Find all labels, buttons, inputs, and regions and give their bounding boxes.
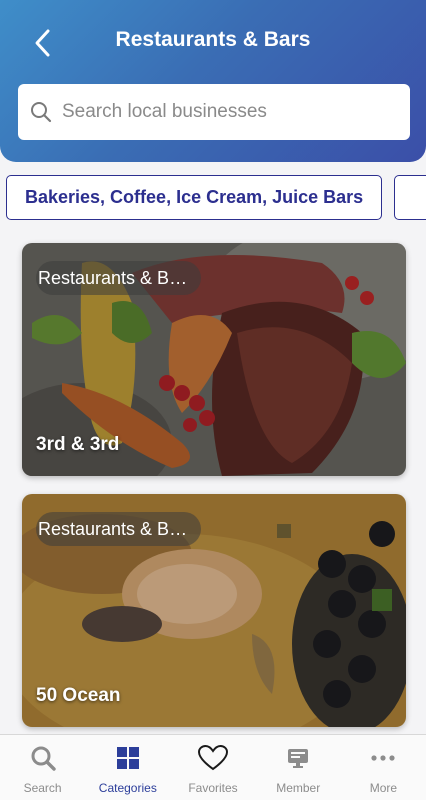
category-chip[interactable]: Bakeries, Coffee, Ice Cream, Juice Bars	[6, 175, 383, 220]
card-category-badge: Restaurants & B…	[36, 261, 202, 295]
tab-label: Search	[23, 781, 62, 795]
business-card[interactable]: Restaurants & B… 50 Ocean	[22, 494, 406, 727]
tab-label: Favorites	[188, 781, 238, 795]
search-icon	[31, 102, 52, 123]
grid-icon	[116, 747, 139, 769]
search-icon	[31, 746, 56, 771]
app-header: Restaurants & Bars	[0, 0, 426, 162]
business-card[interactable]: Restaurants & B… 3rd & 3rd	[22, 243, 406, 476]
search-input[interactable]	[62, 101, 392, 123]
tab-more[interactable]: More	[341, 735, 426, 800]
category-chip[interactable]	[394, 175, 426, 220]
tab-member[interactable]: Member	[256, 735, 341, 800]
card-category-badge: Restaurants & B…	[36, 512, 202, 546]
page-title: Restaurants & Bars	[115, 28, 311, 51]
more-dots-icon	[371, 755, 396, 761]
search-bar[interactable]	[18, 84, 410, 140]
heart-icon	[198, 745, 228, 771]
tab-favorites[interactable]: Favorites	[170, 735, 255, 800]
tab-label: More	[369, 781, 398, 795]
tab-label: Categories	[98, 781, 157, 795]
category-chip-row[interactable]: Bakeries, Coffee, Ice Cream, Juice Bars	[6, 175, 426, 221]
bottom-tab-bar: Search Categories Favorites Member More	[0, 734, 426, 800]
tab-label: Member	[276, 781, 321, 795]
card-business-name: 50 Ocean	[36, 685, 121, 706]
tab-search[interactable]: Search	[0, 735, 85, 800]
card-business-name: 3rd & 3rd	[36, 434, 120, 455]
member-card-icon	[288, 749, 309, 768]
tab-categories[interactable]: Categories	[85, 735, 170, 800]
